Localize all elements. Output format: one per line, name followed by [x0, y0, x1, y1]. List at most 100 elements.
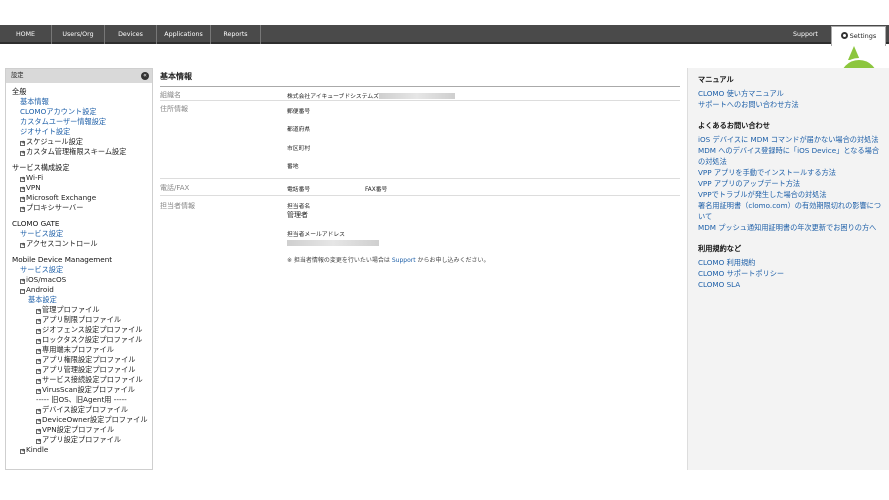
- nav-applications[interactable]: Applications: [157, 25, 211, 44]
- expand-icon[interactable]: +: [36, 409, 41, 414]
- expand-icon[interactable]: +: [20, 141, 25, 146]
- help-link[interactable]: CLOMO 使い方マニュアル: [698, 88, 889, 99]
- expand-icon[interactable]: +: [36, 429, 41, 434]
- sidebar-item-label: サービス接続設定プロファイル: [42, 375, 143, 384]
- sidebar-item[interactable]: +管理プロファイル: [12, 305, 152, 315]
- sidebar-item[interactable]: +アプリ制限プロファイル: [12, 315, 152, 325]
- sidebar-item[interactable]: +アクセスコントロール: [12, 239, 152, 249]
- expand-icon[interactable]: +: [20, 279, 25, 284]
- sidebar-item[interactable]: +iOS/macOS: [12, 275, 152, 285]
- help-link[interactable]: MDM へのデバイス登録時に「iOS Device」となる場合の対処法: [698, 145, 889, 167]
- sidebar-title: 設定: [11, 72, 24, 79]
- expand-icon[interactable]: +: [36, 419, 41, 424]
- nav-reports[interactable]: Reports: [211, 25, 261, 44]
- nav-users-org[interactable]: Users/Org: [52, 25, 105, 44]
- expand-icon[interactable]: +: [36, 369, 41, 374]
- sidebar-item[interactable]: ジオサイト設定: [12, 127, 152, 137]
- help-link[interactable]: VPP アプリを手動でインストールする方法: [698, 167, 889, 178]
- sidebar-item-label: ロックタスク設定プロファイル: [42, 335, 143, 344]
- sidebar-item[interactable]: +スケジュール設定: [12, 137, 152, 147]
- sidebar-item-label: Wi-Fi: [26, 173, 44, 182]
- sidebar-item-label: サービス設定: [20, 229, 64, 238]
- sidebar-item-label: ----- 旧OS、旧Agent用 -----: [36, 395, 127, 404]
- collapse-sidebar-icon[interactable]: «: [141, 72, 149, 80]
- sidebar-item: ----- 旧OS、旧Agent用 -----: [12, 395, 152, 405]
- phone-section-label: 電話/FAX: [160, 184, 190, 192]
- note-suffix: からお申し込みください。: [415, 257, 490, 264]
- expand-icon[interactable]: +: [20, 449, 25, 454]
- expand-icon[interactable]: +: [20, 151, 25, 156]
- settings-label: Settings: [849, 32, 877, 40]
- sidebar-item-label: 専用端末プロファイル: [42, 345, 114, 354]
- city-label: 市区町村: [287, 146, 311, 152]
- sidebar-item[interactable]: +デバイス設定プロファイル: [12, 405, 152, 415]
- help-link[interactable]: サポートへのお問い合わせ方法: [698, 99, 889, 110]
- expand-icon[interactable]: +: [20, 177, 25, 182]
- sidebar-item-label: ジオフェンス設定プロファイル: [42, 325, 143, 334]
- help-link[interactable]: CLOMO サポートポリシー: [698, 268, 889, 279]
- help-link[interactable]: VPP アプリのアップデート方法: [698, 178, 889, 189]
- sidebar-item[interactable]: +DeviceOwner設定プロファイル: [12, 415, 152, 425]
- sidebar-item[interactable]: サービス設定: [12, 265, 152, 275]
- sidebar-item[interactable]: +サービス接続設定プロファイル: [12, 375, 152, 385]
- expand-icon[interactable]: +: [20, 197, 25, 202]
- sidebar-item[interactable]: +アプリ管理設定プロファイル: [12, 365, 152, 375]
- sidebar-item[interactable]: カスタムユーザー情報設定: [12, 117, 152, 127]
- sidebar-item[interactable]: 基本情報: [12, 97, 152, 107]
- nav-settings-tab[interactable]: Settings: [831, 26, 886, 46]
- expand-icon[interactable]: +: [36, 359, 41, 364]
- sidebar-item[interactable]: +VirusScan設定プロファイル: [12, 385, 152, 395]
- sidebar-item[interactable]: +VPN設定プロファイル: [12, 425, 152, 435]
- expand-icon[interactable]: +: [36, 379, 41, 384]
- help-link[interactable]: CLOMO SLA: [698, 279, 889, 290]
- expand-icon[interactable]: +: [36, 329, 41, 334]
- nav-home[interactable]: HOME: [0, 25, 52, 44]
- expand-icon[interactable]: +: [36, 319, 41, 324]
- nav-support[interactable]: Support: [793, 25, 818, 44]
- expand-icon[interactable]: +: [36, 349, 41, 354]
- sidebar-item-label: VPN設定プロファイル: [42, 425, 115, 434]
- expand-icon[interactable]: +: [20, 187, 25, 192]
- expand-icon[interactable]: +: [20, 243, 25, 248]
- help-link[interactable]: VPPでトラブルが発生した場合の対処法: [698, 189, 889, 200]
- sidebar-item[interactable]: +Wi-Fi: [12, 173, 152, 183]
- sidebar-item[interactable]: CLOMOアカウント設定: [12, 107, 152, 117]
- sidebar-item[interactable]: +プロキシサーバー: [12, 203, 152, 213]
- collapse-icon[interactable]: −: [20, 289, 25, 294]
- address-label: 住所情報: [160, 105, 188, 113]
- help-section-title: よくあるお問い合わせ: [698, 121, 770, 130]
- expand-icon[interactable]: +: [36, 389, 41, 394]
- sidebar-item-label: 基本情報: [20, 97, 49, 106]
- sidebar-item-label: VirusScan設定プロファイル: [42, 385, 135, 394]
- sidebar-item[interactable]: +ロックタスク設定プロファイル: [12, 335, 152, 345]
- contact-change-note: ※ 担当者情報の変更を行いたい場合は Support からお申し込みください。: [287, 255, 489, 264]
- sidebar-item[interactable]: +Kindle: [12, 445, 152, 455]
- help-link[interactable]: 署名用証明書（clomo.com）の有効期限切れの影響について: [698, 200, 889, 222]
- org-name-text: 株式会社アイキューブドシステムズ: [287, 94, 379, 100]
- sidebar-item[interactable]: サービス設定: [12, 229, 152, 239]
- sidebar-item-label: デバイス設定プロファイル: [42, 405, 129, 414]
- sidebar-item[interactable]: +アプリ設定プロファイル: [12, 435, 152, 445]
- expand-icon[interactable]: +: [36, 339, 41, 344]
- sidebar-item[interactable]: +専用端末プロファイル: [12, 345, 152, 355]
- settings-sidebar: 設定 « 全般 基本情報 CLOMOアカウント設定 カスタムユーザー情報設定 ジオサイト…: [5, 68, 153, 470]
- sidebar-header: 設定 «: [6, 69, 152, 83]
- expand-icon[interactable]: +: [36, 439, 41, 444]
- phone-row: 電話/FAX 電話番号 FAX番号: [160, 179, 680, 196]
- sidebar-item[interactable]: +ジオフェンス設定プロファイル: [12, 325, 152, 335]
- expand-icon[interactable]: +: [36, 309, 41, 314]
- sidebar-item[interactable]: +アプリ権限設定プロファイル: [12, 355, 152, 365]
- help-link[interactable]: MDM プッシュ通知用証明書の年次更新でお困りの方へ: [698, 222, 889, 233]
- support-link[interactable]: Support: [392, 257, 416, 264]
- sidebar-item[interactable]: −Android: [12, 285, 152, 295]
- help-link[interactable]: iOS デバイスに MDM コマンドが届かない場合の対処法: [698, 134, 889, 145]
- sidebar-item[interactable]: 基本設定: [12, 295, 152, 305]
- sidebar-item[interactable]: +カスタム管理権限スキーム設定: [12, 147, 152, 157]
- sidebar-item[interactable]: +VPN: [12, 183, 152, 193]
- expand-icon[interactable]: +: [20, 207, 25, 212]
- help-link[interactable]: CLOMO 利用規約: [698, 257, 889, 268]
- nav-devices[interactable]: Devices: [105, 25, 157, 44]
- sidebar-item[interactable]: +Microsoft Exchange: [12, 193, 152, 203]
